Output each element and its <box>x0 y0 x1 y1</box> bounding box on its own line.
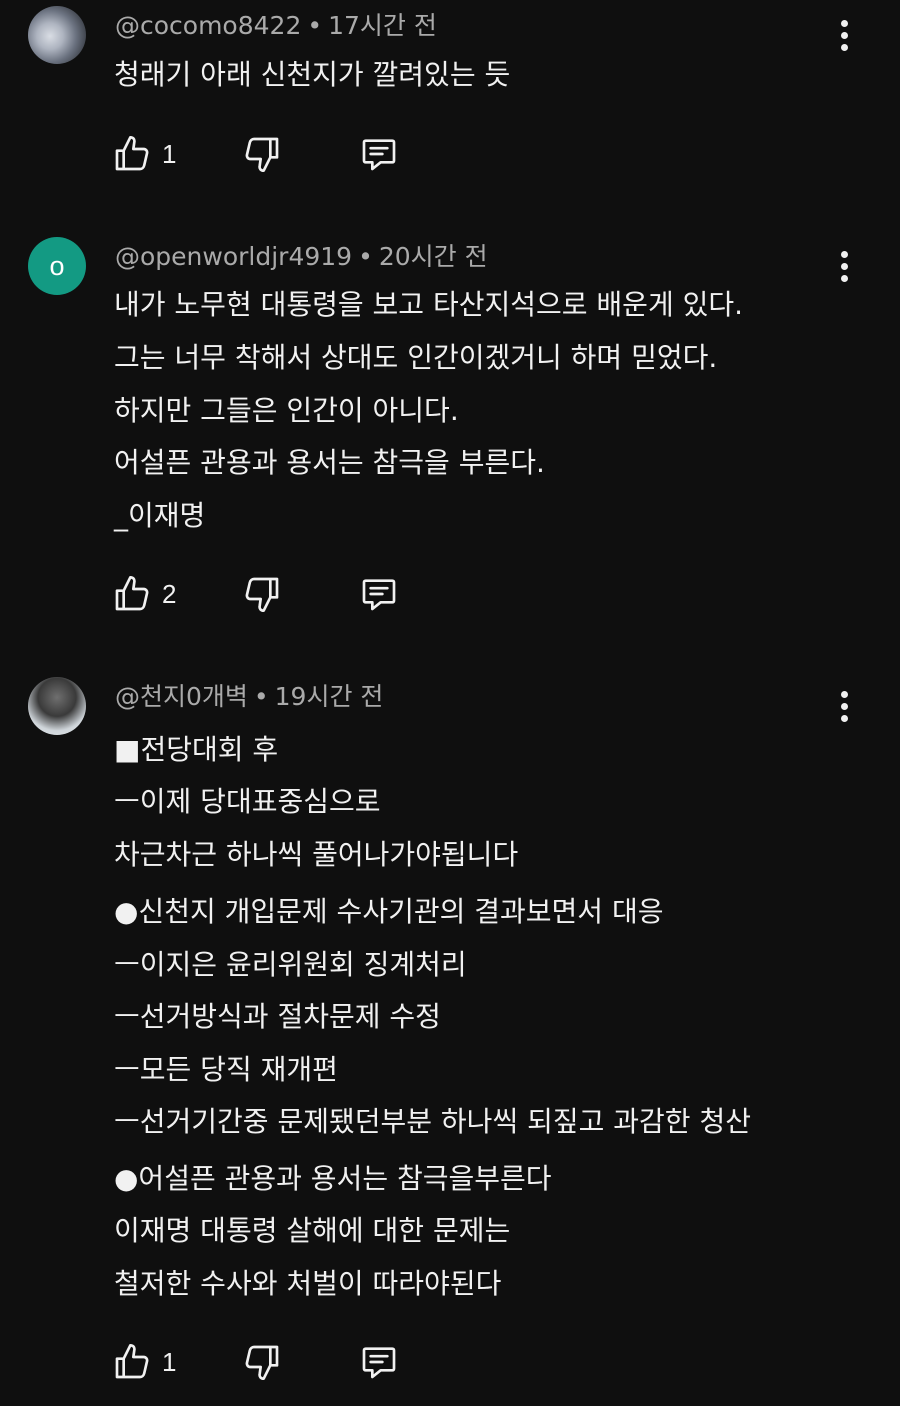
more-options-button[interactable] <box>826 688 862 724</box>
reply-button[interactable] <box>358 574 400 614</box>
comment-text-line: ■전당대회 후 <box>114 733 279 766</box>
reply-icon <box>362 139 396 171</box>
comment-actions: 1 <box>112 134 412 174</box>
more-options-button[interactable] <box>826 17 862 53</box>
like-count: 2 <box>162 578 177 609</box>
comment-text-line: ㅡ이제 당대표중심으로 <box>114 785 381 818</box>
avatar[interactable] <box>28 6 86 64</box>
thumbs-down-icon <box>245 577 279 612</box>
dislike-button[interactable] <box>242 134 282 174</box>
more-options-button[interactable] <box>826 248 862 284</box>
like-count: 1 <box>162 1346 177 1377</box>
comment-time: 17시간 전 <box>328 11 437 40</box>
like-button[interactable]: 2 <box>112 574 176 614</box>
more-vertical-icon <box>840 19 848 27</box>
reply-icon <box>362 1347 396 1379</box>
author-name[interactable]: @openworldjr4919 <box>115 242 352 271</box>
thumbs-up-icon <box>115 576 149 611</box>
comment-text-line: 하지만 그들은 인간이 아니다. <box>114 394 459 427</box>
comment-text-line: 철저한 수사와 처벌이 따라야된다 <box>114 1267 502 1300</box>
comment-meta: @천지0개벽 • 19시간 전 <box>115 682 383 712</box>
comment-text-line: ㅡ모든 당직 재개편 <box>114 1053 338 1086</box>
comment-meta: @openworldjr4919 • 20시간 전 <box>115 242 488 272</box>
comment-time: 19시간 전 <box>274 682 384 711</box>
comment-text-line: ㅡ이지은 윤리위원회 징계처리 <box>114 948 467 981</box>
comment-text-line: 그는 너무 착해서 상대도 인간이겠거니 하며 믿었다. <box>114 341 718 374</box>
meta-separator: • <box>358 242 373 271</box>
like-count: 1 <box>162 138 177 169</box>
comment-text-line: 이재명 대통령 살해에 대한 문제는 <box>114 1214 511 1247</box>
more-vertical-icon <box>840 250 848 258</box>
comment-text-line: ●어설픈 관용과 용서는 참극을부른다 <box>114 1162 552 1195</box>
comment-text-line: 어설픈 관용과 용서는 참극을 부른다. <box>114 446 545 479</box>
comment-text-line: ●신천지 개입문제 수사기관의 결과보면서 대응 <box>114 895 664 928</box>
avatar-letter: o <box>49 250 65 281</box>
comment-text-line: 청래기 아래 신천지가 깔려있는 듯 <box>114 58 511 91</box>
avatar[interactable] <box>28 677 86 735</box>
comment-time: 20시간 전 <box>378 242 488 271</box>
author-name[interactable]: @cocomo8422 <box>115 11 301 40</box>
comment-meta: @cocomo8422 • 17시간 전 <box>115 11 437 41</box>
comment-actions: 2 <box>112 574 412 614</box>
dislike-button[interactable] <box>242 1342 282 1382</box>
comment-text-line: 차근차근 하나씩 풀어나가야됩니다 <box>114 838 519 871</box>
thumbs-up-icon <box>115 136 149 171</box>
reply-icon <box>362 579 396 611</box>
reply-button[interactable] <box>358 134 400 174</box>
more-vertical-icon <box>840 690 848 698</box>
comment-text-line: ㅡ선거기간중 문제됐던부분 하나씩 되짚고 과감한 청산 <box>114 1105 751 1138</box>
author-name[interactable]: @천지0개벽 <box>115 682 248 711</box>
like-button[interactable]: 1 <box>112 134 176 174</box>
comment-actions: 1 <box>112 1342 412 1382</box>
comment-text-line: _이재명 <box>114 499 206 532</box>
avatar[interactable]: o <box>28 237 86 295</box>
thumbs-up-icon <box>115 1344 149 1379</box>
dislike-button[interactable] <box>242 574 282 614</box>
reply-button[interactable] <box>358 1342 400 1382</box>
like-button[interactable]: 1 <box>112 1342 176 1382</box>
meta-separator: • <box>307 11 323 40</box>
thumbs-down-icon <box>245 137 279 173</box>
comment-text-line: 내가 노무현 대통령을 보고 타산지석으로 배운게 있다. <box>114 288 744 321</box>
thumbs-down-icon <box>245 1345 279 1380</box>
meta-separator: • <box>253 682 269 711</box>
comment-text-line: ㅡ선거방식과 절차문제 수정 <box>114 1000 441 1033</box>
